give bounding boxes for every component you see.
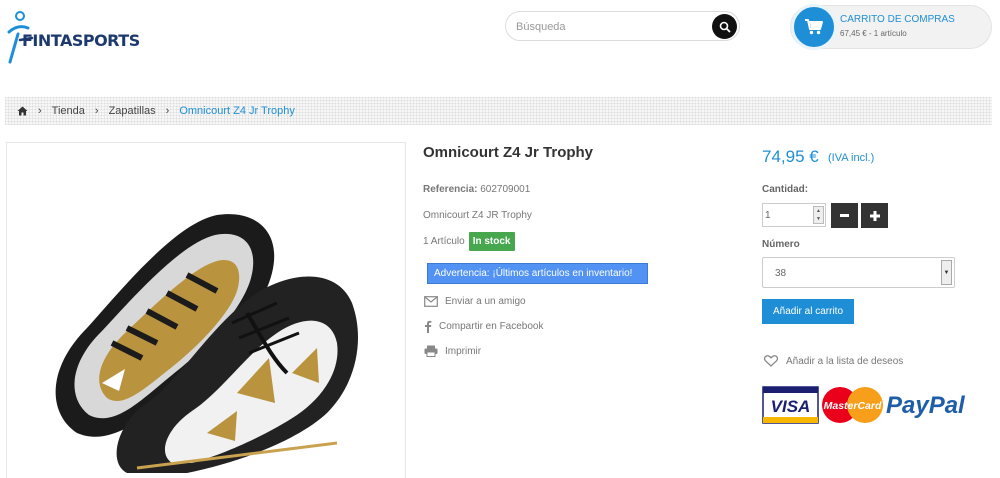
printer-icon bbox=[424, 345, 438, 357]
search-button[interactable] bbox=[712, 14, 737, 39]
spinner-down-icon[interactable]: ▼ bbox=[814, 215, 823, 223]
send-to-friend-label: Enviar a un amigo bbox=[445, 296, 526, 307]
reference-value: 602709001 bbox=[480, 184, 531, 195]
wishlist-label: Añadir a la lista de deseos bbox=[786, 355, 904, 367]
facebook-icon bbox=[425, 320, 432, 333]
product-short-description: Omnicourt Z4 JR Trophy bbox=[423, 210, 532, 221]
print-link[interactable]: Imprimir bbox=[424, 345, 481, 357]
breadcrumb-item-zapatillas[interactable]: Zapatillas bbox=[109, 105, 156, 117]
payment-methods-icon: VISA MasterCard PayPal bbox=[762, 386, 966, 424]
spinner-up-icon[interactable]: ▲ bbox=[814, 207, 823, 215]
quantity-label: Cantidad: bbox=[762, 184, 809, 195]
mastercard-text: MasterCard bbox=[824, 400, 882, 412]
quantity-decrease-button[interactable] bbox=[831, 203, 858, 228]
quantity-input[interactable] bbox=[765, 208, 809, 222]
low-stock-warning: Advertencia: ¡Últimos artículos en inven… bbox=[427, 263, 648, 284]
stock-quantity: 1 Artículo bbox=[423, 236, 465, 247]
envelope-icon bbox=[424, 296, 438, 307]
quantity-spinner[interactable]: ▲ ▼ bbox=[813, 206, 824, 224]
shopping-cart-icon bbox=[805, 19, 823, 35]
share-facebook-link[interactable]: Compartir en Facebook bbox=[424, 320, 544, 333]
site-logo[interactable]: FINTASPORTS bbox=[6, 10, 140, 72]
cart-summary: 67,45 € - 1 artículo bbox=[840, 29, 907, 38]
breadcrumb: › Tienda › Zapatillas › Omnicourt Z4 Jr … bbox=[5, 97, 992, 125]
print-label: Imprimir bbox=[445, 345, 482, 357]
price-tax-note: (IVA incl.) bbox=[828, 152, 875, 164]
plus-icon bbox=[869, 210, 880, 221]
product-reference: Referencia: 602709001 bbox=[423, 184, 530, 195]
chevron-right-icon: › bbox=[94, 105, 99, 117]
size-label: Número bbox=[762, 239, 800, 250]
availability-line: 1 Artículo In stock bbox=[423, 232, 515, 251]
quantity-increase-button[interactable] bbox=[861, 203, 888, 228]
visa-logo: VISA bbox=[762, 386, 819, 424]
product-image[interactable] bbox=[6, 142, 406, 478]
chevron-right-icon: › bbox=[38, 105, 42, 117]
product-title: Omnicourt Z4 Jr Trophy bbox=[423, 144, 594, 161]
breadcrumb-current: Omnicourt Z4 Jr Trophy bbox=[179, 105, 295, 117]
heart-icon bbox=[764, 355, 778, 367]
home-icon[interactable] bbox=[17, 106, 28, 116]
minus-icon bbox=[840, 214, 849, 217]
payment-logos: VISA MasterCard PayPal bbox=[762, 384, 982, 428]
search-input[interactable] bbox=[516, 19, 706, 35]
logo-text: FINTASPORTS bbox=[22, 31, 140, 50]
cart-widget[interactable]: CARRITO DE COMPRAS 67,45 € - 1 artículo bbox=[790, 4, 992, 50]
cart-icon-circle bbox=[791, 4, 837, 50]
size-select[interactable]: 38 ▼ bbox=[762, 257, 955, 288]
paypal-text: PayPal bbox=[886, 392, 966, 419]
quantity-field: ▲ ▼ bbox=[762, 203, 826, 227]
search-icon bbox=[719, 21, 730, 32]
mastercard-logo: MasterCard bbox=[822, 387, 883, 423]
add-to-wishlist-link[interactable]: Añadir a la lista de deseos bbox=[764, 355, 903, 367]
chevron-right-icon: › bbox=[165, 105, 170, 117]
dropdown-arrow-icon[interactable]: ▼ bbox=[941, 260, 952, 285]
breadcrumb-item-tienda[interactable]: Tienda bbox=[52, 105, 85, 117]
visa-text: VISA bbox=[771, 397, 811, 416]
search-box bbox=[505, 11, 740, 41]
product-price: 74,95 € bbox=[762, 147, 819, 166]
cart-title: CARRITO DE COMPRAS bbox=[840, 14, 955, 25]
share-facebook-label: Compartir en Facebook bbox=[439, 321, 544, 332]
size-selected-value: 38 bbox=[775, 268, 787, 279]
shoe-image bbox=[55, 214, 359, 473]
add-to-cart-button[interactable]: Añadir al carrito bbox=[762, 299, 854, 324]
reference-label: Referencia: bbox=[423, 184, 478, 195]
stock-badge: In stock bbox=[468, 232, 515, 251]
send-to-friend-link[interactable]: Enviar a un amigo bbox=[424, 296, 526, 307]
